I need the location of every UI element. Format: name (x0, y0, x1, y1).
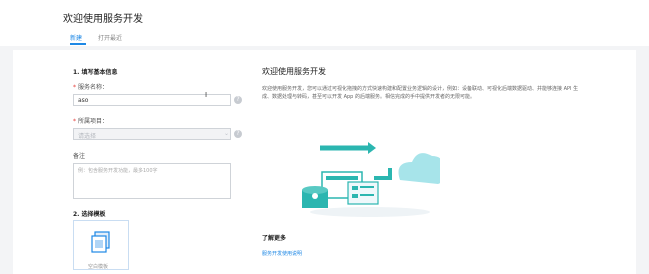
project-select[interactable]: 请选择 (73, 128, 231, 140)
service-flow-illustration-icon (302, 142, 440, 217)
help-icon[interactable]: ? (234, 96, 242, 104)
tab-recent[interactable]: 打开最近 (98, 33, 122, 42)
intro-title: 欢迎使用服务开发 (262, 67, 326, 76)
project-label: * 所属项目： (73, 118, 109, 125)
help-icon[interactable]: ? (234, 130, 242, 138)
template-icon (91, 231, 110, 253)
page-title: 欢迎使用服务开发 (63, 14, 143, 25)
template-name: 空白模板 (88, 264, 109, 270)
active-tab-indicator (70, 43, 86, 45)
required-mark: * (73, 118, 76, 125)
section-template-title: 2. 选择模板 (73, 211, 106, 218)
chevron-down-icon: ⌄ (224, 130, 230, 137)
service-name-label: * 服务名称： (73, 84, 109, 91)
learn-more-title: 了解更多 (262, 235, 287, 242)
remark-textarea[interactable]: 例：包含服务开发功能，最多100字 (73, 163, 231, 199)
section-basic-info-title: 1. 填写基本信息 (73, 69, 118, 76)
docs-link[interactable]: 服务开发使用说明 (262, 250, 302, 257)
page-header: 欢迎使用服务开发 新建 打开最近 (0, 0, 649, 46)
blank-template-card[interactable]: 空白模板 (73, 220, 129, 270)
tab-new[interactable]: 新建 (70, 33, 82, 42)
remark-label: 备注 (73, 153, 86, 160)
intro-description: 欢迎使用服务开发，您可以通过可视化拖拽的方式快速构建和配置业务逻辑的设计，例如：… (262, 86, 579, 100)
text-cursor-icon: I (205, 91, 208, 99)
required-mark: * (73, 84, 76, 91)
